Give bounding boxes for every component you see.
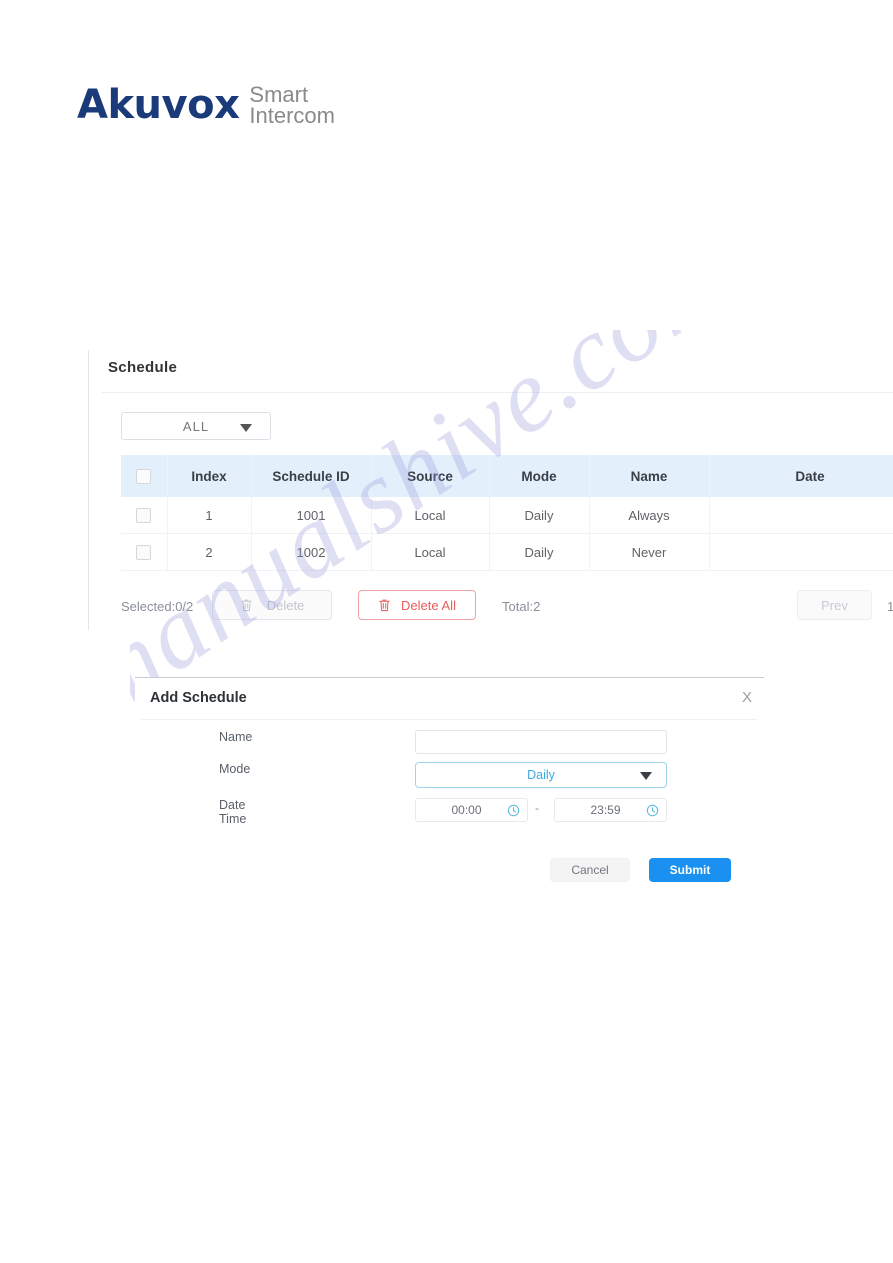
logo-tagline-line-2: Intercom <box>249 103 335 128</box>
submit-button[interactable]: Submit <box>649 858 731 882</box>
table-header-row: Index Schedule ID Source Mode Name Date <box>121 455 893 497</box>
schedule-table: Index Schedule ID Source Mode Name Date … <box>121 455 893 571</box>
prev-page-label: Prev <box>821 597 848 613</box>
schedule-filter-select[interactable]: ALL <box>121 412 271 440</box>
page-title: Schedule <box>108 359 178 376</box>
cell-date <box>709 497 893 534</box>
add-schedule-dialog: Add Schedule X Name Mode Daily Date Time… <box>135 677 764 917</box>
akuvox-logo: Akuvox Smart Intercom <box>77 82 335 128</box>
total-count-label: Total:2 <box>502 599 541 614</box>
delete-button[interactable]: Delete <box>212 590 332 620</box>
row-select-cell[interactable] <box>121 497 168 534</box>
mode-field-label: Mode <box>219 762 251 776</box>
start-time-value: 00:00 <box>451 803 482 817</box>
row-checkbox[interactable] <box>136 508 152 524</box>
logo-tagline-line-1: Smart <box>249 82 309 107</box>
submit-button-label: Submit <box>669 863 711 877</box>
mode-select-value: Daily <box>527 768 555 782</box>
table-footer-toolbar: Selected:0/2 Delete Delete All Total:2 P… <box>121 590 893 624</box>
end-time-value: 23:59 <box>590 803 621 817</box>
name-field-label: Name <box>219 730 253 744</box>
cell-source: Local <box>371 497 490 534</box>
datetime-field-label: Date Time <box>219 798 247 826</box>
cell-index: 2 <box>167 533 252 571</box>
delete-all-button-label: Delete All <box>401 597 456 613</box>
table-row[interactable]: 1 1001 Local Daily Always <box>121 497 893 534</box>
chevron-down-icon <box>240 424 252 432</box>
clock-icon <box>646 804 659 817</box>
row-checkbox[interactable] <box>136 545 152 561</box>
cell-mode: Daily <box>489 497 590 534</box>
column-header-name: Name <box>589 455 710 497</box>
schedule-filter-value: ALL <box>182 418 210 434</box>
cell-index: 1 <box>167 497 252 534</box>
column-header-date: Date <box>709 455 893 497</box>
page-indicator: 1/ <box>887 599 893 614</box>
dialog-title: Add Schedule <box>150 690 247 706</box>
column-header-index: Index <box>167 455 252 497</box>
cell-mode: Daily <box>489 533 590 571</box>
trash-icon <box>240 598 253 612</box>
table-row[interactable]: 2 1002 Local Daily Never <box>121 533 893 571</box>
select-all-checkbox[interactable] <box>136 468 152 484</box>
delete-button-label: Delete <box>266 597 305 613</box>
select-all-header[interactable] <box>121 455 168 497</box>
end-time-input[interactable]: 23:59 <box>554 798 667 822</box>
name-input[interactable] <box>415 730 667 754</box>
delete-all-button[interactable]: Delete All <box>358 590 476 620</box>
chevron-down-icon <box>640 772 652 780</box>
cell-schedule-id: 1001 <box>251 497 372 534</box>
time-range-separator: - <box>535 801 539 815</box>
cell-name: Always <box>589 497 710 534</box>
logo-brand-text: Akuvox <box>77 82 240 128</box>
dialog-header-divider <box>141 719 757 720</box>
row-select-cell[interactable] <box>121 533 168 571</box>
cancel-button-label: Cancel <box>571 863 609 877</box>
close-icon[interactable]: X <box>742 689 752 706</box>
column-header-schedule-id: Schedule ID <box>251 455 372 497</box>
title-divider <box>102 392 893 393</box>
clock-icon <box>507 804 520 817</box>
cell-date <box>709 533 893 571</box>
schedule-panel: Schedule ALL Index Schedule ID Source Mo… <box>88 350 893 630</box>
trash-icon <box>378 598 391 612</box>
cell-schedule-id: 1002 <box>251 533 372 571</box>
column-header-mode: Mode <box>489 455 590 497</box>
logo-tagline: Smart Intercom <box>249 82 335 128</box>
cell-source: Local <box>371 533 490 571</box>
mode-select[interactable]: Daily <box>415 762 667 788</box>
prev-page-button[interactable]: Prev <box>797 590 872 620</box>
column-header-source: Source <box>371 455 490 497</box>
selected-count-label: Selected:0/2 <box>121 599 194 614</box>
cell-name: Never <box>589 533 710 571</box>
cancel-button[interactable]: Cancel <box>550 858 630 882</box>
start-time-input[interactable]: 00:00 <box>415 798 528 822</box>
